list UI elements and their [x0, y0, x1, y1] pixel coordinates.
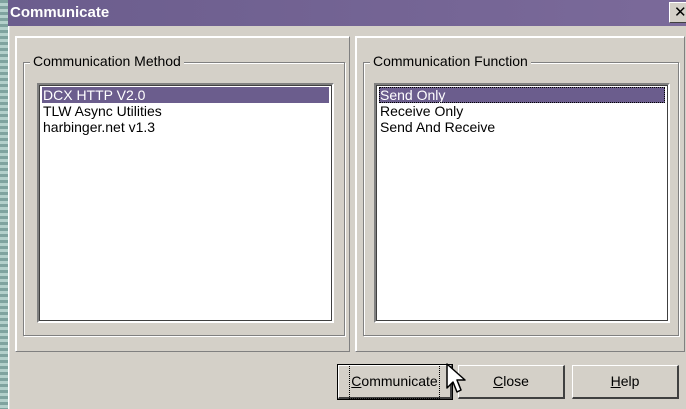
method-item-dcx-http[interactable]: DCX HTTP V2.0	[42, 87, 329, 103]
help-button[interactable]: Help	[572, 365, 679, 399]
mouse-cursor-icon	[446, 363, 466, 393]
communication-function-label: Communication Function	[370, 53, 531, 69]
communicate-button-label: Communicate	[349, 364, 440, 399]
communicate-mnemonic: C	[351, 373, 362, 389]
function-item-send-and-receive[interactable]: Send And Receive	[379, 119, 665, 135]
communicate-button[interactable]: Communicate	[337, 364, 453, 400]
help-label-rest: elp	[620, 373, 640, 389]
method-item-tlw-async[interactable]: TLW Async Utilities	[42, 103, 329, 119]
communication-method-list[interactable]: DCX HTTP V2.0 TLW Async Utilities harbin…	[37, 83, 334, 323]
help-button-label: Help	[611, 366, 640, 397]
function-item-receive-only[interactable]: Receive Only	[379, 103, 665, 119]
communicate-label-rest: ommunicate	[361, 373, 438, 389]
method-item-harbinger[interactable]: harbinger.net v1.3	[42, 119, 329, 135]
communication-function-list[interactable]: Send Only Receive Only Send And Receive	[374, 83, 670, 323]
function-item-send-only[interactable]: Send Only	[379, 87, 665, 103]
close-window-button[interactable]: ✕	[669, 2, 686, 23]
title-bar[interactable]: Communicate ✕	[8, 0, 686, 26]
close-button-label: Close	[493, 366, 529, 397]
help-mnemonic: H	[610, 373, 621, 389]
close-icon: ✕	[674, 3, 686, 21]
communication-method-label: Communication Method	[30, 53, 184, 69]
close-mnemonic: C	[493, 373, 504, 389]
close-button[interactable]: Close	[458, 365, 565, 399]
window-title: Communicate	[10, 4, 110, 21]
close-label-rest: lose	[503, 373, 529, 389]
